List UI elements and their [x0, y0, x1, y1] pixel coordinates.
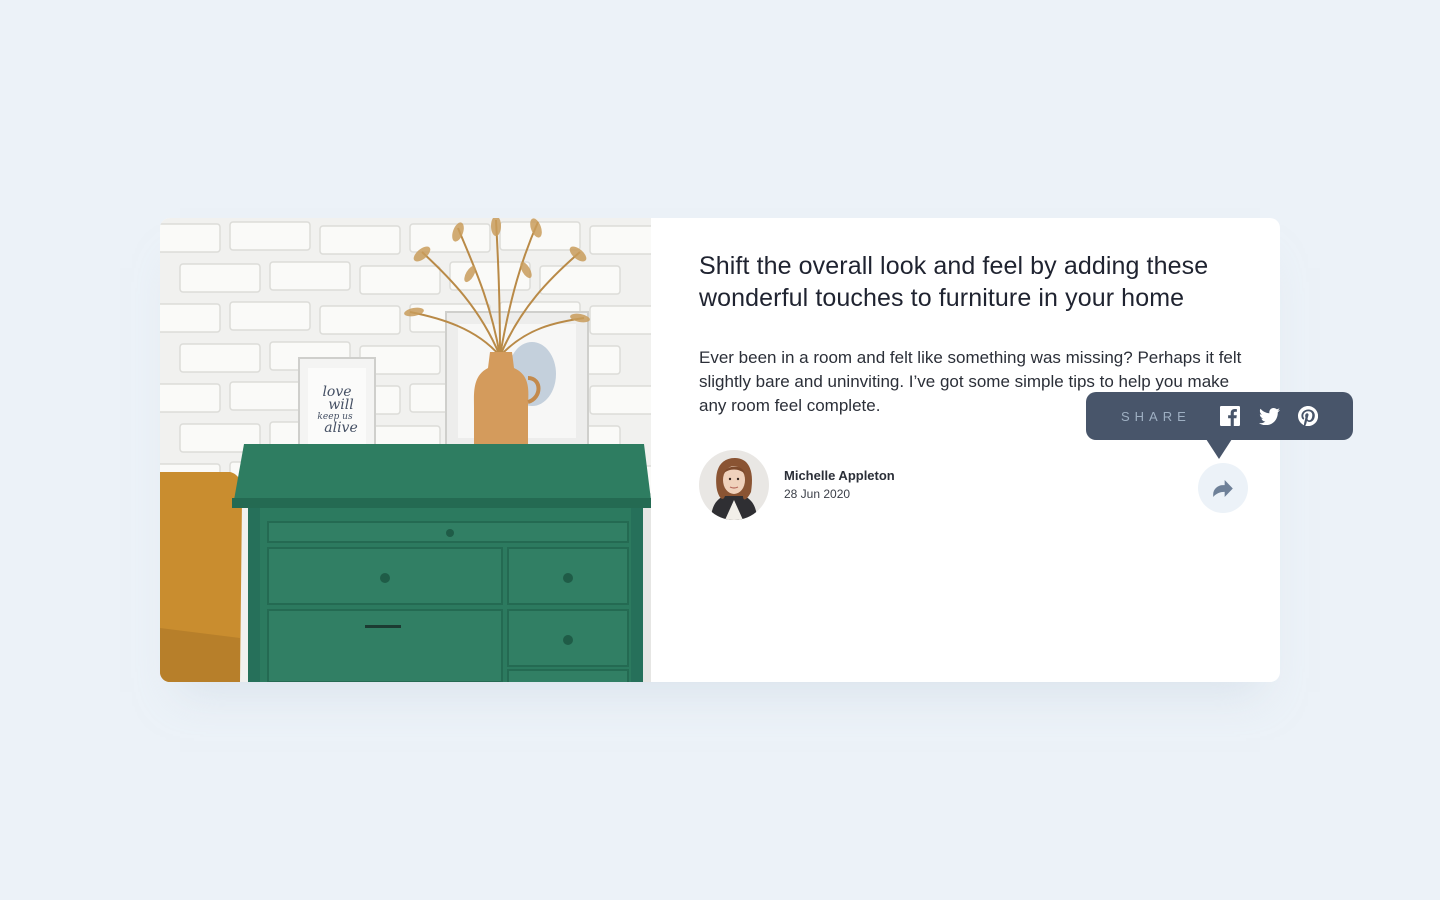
author-name: Michelle Appleton [784, 468, 895, 483]
article-card: love will keep us alive Shift the overal… [160, 218, 1353, 682]
share-button[interactable] [1198, 463, 1248, 513]
facebook-icon[interactable] [1218, 404, 1242, 428]
author-meta: Michelle Appleton 28 Jun 2020 [784, 467, 895, 503]
share-icon [1213, 479, 1233, 497]
article-title: Shift the overall look and feel by addin… [699, 252, 1209, 312]
publish-date: 28 Jun 2020 [784, 487, 851, 501]
avatar [699, 450, 769, 520]
drawers-photo: love will keep us alive [160, 218, 651, 682]
frame-text-4: alive [324, 420, 358, 436]
article-image: love will keep us alive [160, 218, 651, 682]
share-label: SHARE [1121, 408, 1191, 424]
author-info: Michelle Appleton 28 Jun 2020 [699, 450, 895, 520]
twitter-icon[interactable] [1257, 404, 1281, 428]
avatar-photo [699, 450, 769, 520]
frame-text-2: will [328, 397, 353, 413]
pinterest-icon[interactable] [1296, 404, 1320, 428]
share-tooltip: SHARE [1086, 392, 1353, 459]
article-content: Shift the overall look and feel by addin… [699, 218, 1249, 682]
